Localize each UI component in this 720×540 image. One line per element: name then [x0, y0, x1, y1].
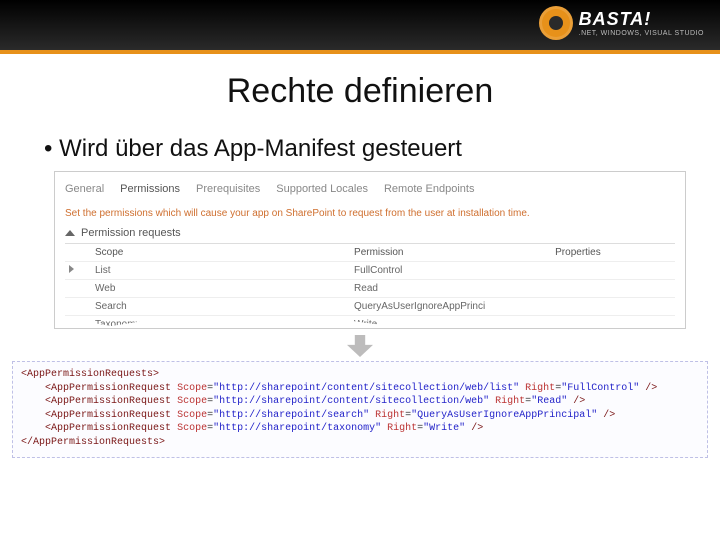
arrow-down-icon — [347, 335, 373, 357]
accordion-title: Permission requests — [81, 227, 181, 239]
cell-properties — [551, 262, 675, 280]
tab-prerequisites[interactable]: Prerequisites — [196, 180, 260, 198]
cell-permission: FullControl — [350, 262, 551, 280]
gear-icon — [539, 6, 573, 40]
slide-header: BASTA! .NET, WINDOWS, VISUAL STUDIO — [0, 0, 720, 50]
col-scope: Scope — [91, 244, 350, 262]
brand-subtitle: .NET, WINDOWS, VISUAL STUDIO — [579, 30, 704, 37]
permission-requests-accordion[interactable]: Permission requests — [65, 227, 675, 239]
permissions-table-header: Scope Permission Properties — [65, 243, 675, 262]
brand-logo: BASTA! .NET, WINDOWS, VISUAL STUDIO — [539, 6, 704, 40]
bullet-point: Wird über das App-Manifest gesteuert — [44, 135, 720, 163]
accent-bar — [0, 50, 720, 54]
tab-remote-endpoints[interactable]: Remote Endpoints — [384, 180, 475, 198]
cell-scope: Search — [91, 298, 350, 316]
cell-properties — [551, 280, 675, 298]
cell-permission: QueryAsUserIgnoreAppPrinci — [350, 298, 551, 316]
slide-title: Rechte definieren — [0, 72, 720, 111]
tab-permissions[interactable]: Permissions — [120, 180, 180, 198]
cell-permission: Read — [350, 280, 551, 298]
cell-scope: Web — [91, 280, 350, 298]
col-properties: Properties — [551, 244, 675, 262]
manifest-tabs: General Permissions Prerequisites Suppor… — [65, 180, 675, 198]
permissions-description: Set the permissions which will cause you… — [65, 208, 675, 219]
cell-scope: List — [91, 262, 350, 280]
brand-name: BASTA! — [579, 10, 704, 28]
col-permission: Permission — [350, 244, 551, 262]
permissions-table-body: ListFullControlWebReadSearchQueryAsUserI… — [65, 262, 675, 329]
cell-properties — [551, 298, 675, 316]
chevron-up-icon — [65, 230, 75, 236]
table-row[interactable]: SearchQueryAsUserIgnoreAppPrinci — [65, 298, 675, 316]
table-row[interactable]: WebRead — [65, 280, 675, 298]
xml-code-block: <AppPermissionRequests> <AppPermissionRe… — [12, 361, 708, 458]
tab-general[interactable]: General — [65, 180, 104, 198]
manifest-editor-screenshot: General Permissions Prerequisites Suppor… — [54, 171, 686, 329]
tab-supported-locales[interactable]: Supported Locales — [276, 180, 368, 198]
caret-right-icon — [69, 265, 74, 273]
table-row[interactable]: ListFullControl — [65, 262, 675, 280]
